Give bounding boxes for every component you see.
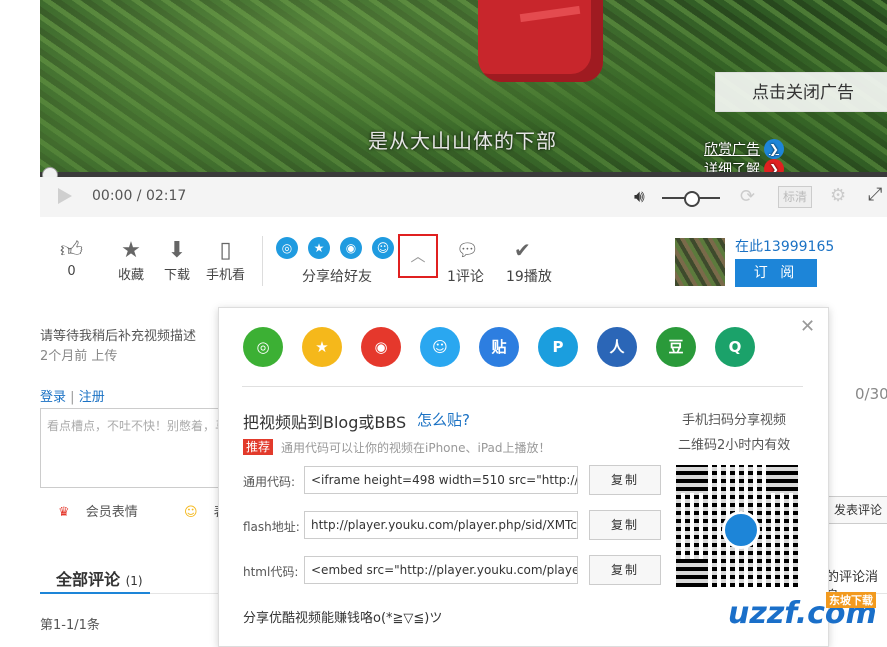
tab-all-label: 全部评论 [56,570,121,589]
qr-title: 手机扫码分享视频 [682,413,787,428]
play-icon[interactable] [58,188,72,204]
phone-icon: ▯ [219,238,232,263]
close-icon[interactable]: ✕ [800,316,815,337]
qq-share-icon[interactable]: ☺ [420,327,460,367]
mobile-label: 手机看 [206,268,246,283]
crown-icon: ♛ [58,505,70,520]
uploader-avatar[interactable] [675,238,725,286]
post-comment-button[interactable]: 发表评论 [826,496,887,524]
favorite-label: 收藏 [118,268,145,283]
wechat-icon[interactable]: ◎ [276,237,298,259]
upload-time: 2个月前 上传 [40,349,118,364]
popup-divider [242,386,803,387]
smiley-icon: ☺ [183,505,198,520]
weibo-icon[interactable]: ◉ [340,237,362,259]
comment-icon[interactable]: 💬︎ [456,240,479,261]
share-label[interactable]: 分享给好友 [302,266,372,286]
html-code-label: html代码: [243,565,299,579]
embed-title: 把视频贴到Blog或BBS [243,413,407,432]
video-description: 请等待我稍后补充视频描述 [40,329,197,344]
divider [262,236,263,286]
chevron-up-icon: ︿ [410,247,426,265]
douban-share-icon[interactable]: 豆 [656,327,696,367]
mobile-button[interactable]: ▯ 手机看 [206,238,245,283]
arrow-right-icon: ❯ [764,139,784,159]
watermark-badge: 东坡下载 [826,592,876,608]
ad-view-link[interactable]: 欣赏广告 ❯ [704,139,784,159]
download-icon: ⬇ [167,238,187,263]
page-range: 第1-1/1条 [40,618,100,633]
flash-url-label: flash地址: [243,520,300,534]
universal-code-label: 通用代码: [243,475,296,489]
login-link[interactable]: 登录 [40,390,66,405]
login-links: 登录 | 注册 [40,390,105,405]
tab-active-underline [40,592,150,594]
how-to-embed-link[interactable]: 怎么贴? [417,409,470,430]
share-earn-text: 分享优酷视频能赚钱咯o(*≧▽≦)ツ [243,611,443,626]
share-platforms: ◎ ★ ◉ ☺ 贴 P 人豆 Q [243,327,755,367]
star-icon: ★ [121,238,141,263]
favorite-button[interactable]: ★ 收藏 [118,238,144,283]
download-button[interactable]: ⬇ 下载 [164,238,190,283]
weibo-share-icon[interactable]: ◉ [361,327,401,367]
volume-icon[interactable]: 🔊︎ [634,187,645,207]
qzone-share-icon[interactable]: ★ [302,327,342,367]
tab-all-count: (1) [125,574,143,588]
ad-links: 欣赏广告 ❯ 详细了解 ❯ [704,139,887,179]
close-ad-button[interactable]: 点击关闭广告 [715,72,887,112]
thumbs-up-icon: 👍︎ [60,238,83,263]
fullscreen-icon[interactable]: ⤢ [868,184,882,205]
qzone-icon[interactable]: ★ [308,237,330,259]
volume-knob[interactable] [684,191,700,207]
download-label: 下载 [164,268,191,283]
char-count: 0/30 [855,385,887,403]
kaixin-share-icon[interactable]: 人 [597,327,637,367]
flash-url-field[interactable]: http://player.youku.com/player.php/sid/X… [304,511,578,539]
like-count: 0 [67,264,76,279]
loop-icon[interactable]: ⟳ [740,186,755,207]
tieba-share-icon[interactable]: 贴 [479,327,519,367]
comment-input[interactable]: 看点槽点，不吐不快！别憋着，马 [40,408,240,488]
play-count: 19播放 [506,269,552,285]
member-emoji-button[interactable]: ♛ 会员表情 [58,505,150,520]
qr-expiry: 二维码2小时内有效 [678,438,791,453]
quality-button[interactable]: 标清 [778,186,812,208]
time-display: 00:00 / 02:17 [92,188,187,204]
recommend-text: 通用代码可以让你的视频在iPhone、iPad上播放！ [281,441,551,455]
subscribe-button[interactable]: 订 阅 [735,259,817,287]
member-emoji-label: 会员表情 [85,505,138,520]
comment-count[interactable]: 1评论 [447,266,484,286]
universal-code-field[interactable]: <iframe height=498 width=510 src="http:/… [304,466,578,494]
qr-logo-icon [722,511,760,549]
plays-icon: ✔ [514,238,531,262]
ad-view-label: 欣赏广告 [704,142,760,158]
copy-universal-button[interactable]: 复制 [589,465,661,495]
renren-share-icon[interactable]: P [538,327,578,367]
share-icons: ◎ ★ ◉ ☺ [276,237,394,259]
tab-all-comments[interactable]: 全部评论 (1) [56,566,143,590]
uploader-name[interactable]: 在此13999165 [735,236,834,256]
copy-flash-button[interactable]: 复制 [589,510,661,540]
register-link[interactable]: 注册 [79,390,105,405]
other-share-icon[interactable]: Q [715,327,755,367]
share-expand-toggle[interactable]: ︿ [398,234,438,278]
video-subtitle: 是从大山山体的下部 [368,129,557,153]
gear-icon[interactable]: ⚙ [830,185,846,206]
copy-html-button[interactable]: 复制 [589,555,661,585]
html-code-field[interactable]: <embed src="http://player.youku.com/play… [304,556,578,584]
recommend-badge: 推荐 [243,439,274,455]
wechat-share-icon[interactable]: ◎ [243,327,283,367]
qq-icon[interactable]: ☺ [372,237,394,259]
like-button[interactable]: 👍︎ 0 [60,238,83,279]
